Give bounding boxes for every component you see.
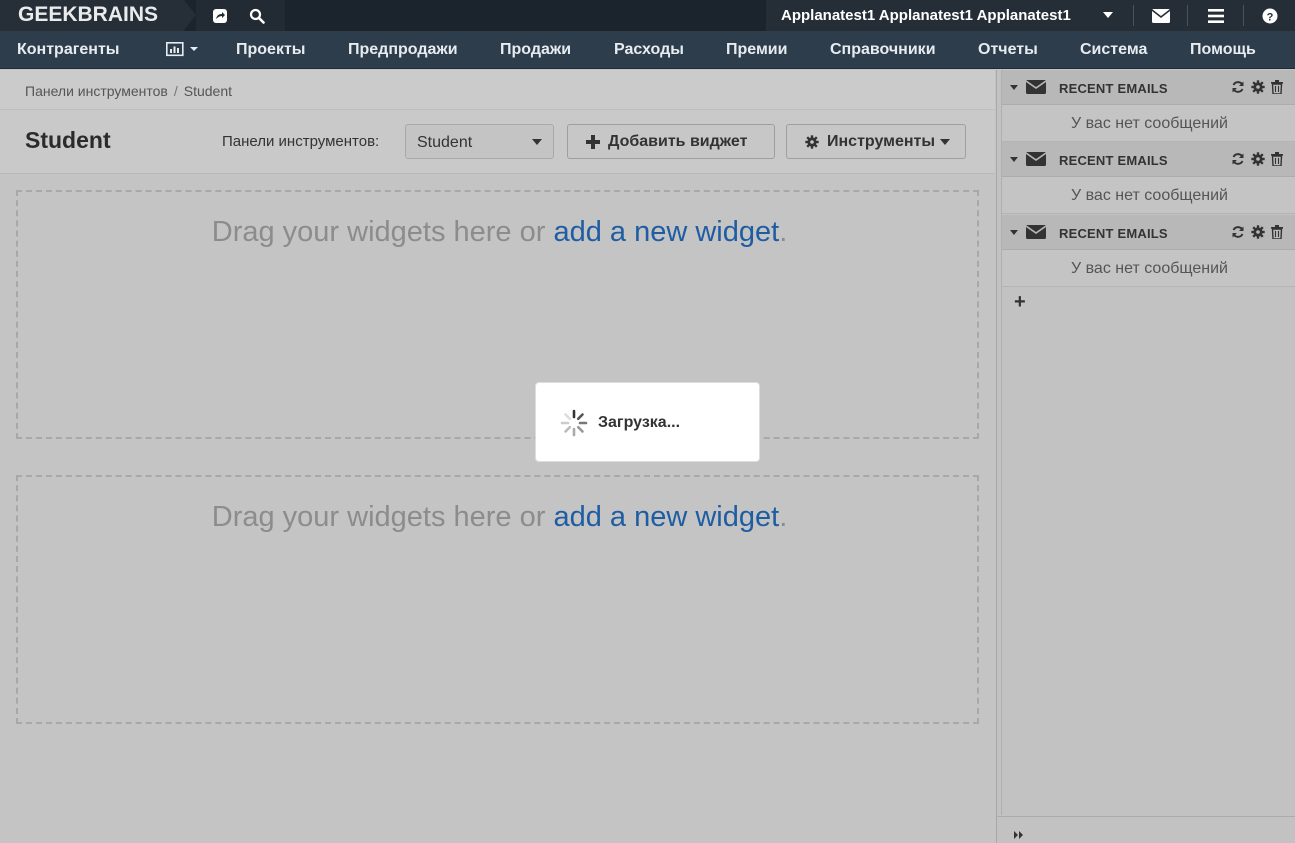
right-sidebar: RECENT EMAILS У вас нет сообщений RECENT… xyxy=(996,70,1295,843)
logo-arrow xyxy=(184,0,196,30)
widget-title: RECENT EMAILS xyxy=(1059,226,1168,241)
collapse-icon[interactable] xyxy=(1010,85,1018,90)
widget-body: У вас нет сообщений xyxy=(1002,250,1295,287)
search-icon[interactable] xyxy=(247,6,267,26)
envelope-icon[interactable] xyxy=(1151,6,1171,26)
dropzone-text: Drag your widgets here or xyxy=(211,216,554,248)
top-icons-block xyxy=(196,0,285,31)
sidebar-widgets: RECENT EMAILS У вас нет сообщений RECENT… xyxy=(1001,70,1295,815)
sidebar-footer xyxy=(997,816,1295,843)
double-chevron-right-icon[interactable] xyxy=(1014,826,1024,843)
dropzone-message: Drag your widgets here or add a new widg… xyxy=(18,216,981,249)
widget-body: У вас нет сообщений xyxy=(1002,177,1295,214)
svg-text:?: ? xyxy=(1267,11,1274,23)
dashboard-select[interactable]: Student xyxy=(405,124,554,159)
trash-icon[interactable] xyxy=(1271,225,1283,239)
nav-item-sales[interactable]: Продажи xyxy=(500,41,571,59)
refresh-icon[interactable] xyxy=(1231,152,1245,166)
add-widget-label: Добавить виджет xyxy=(608,132,748,150)
breadcrumb-separator: / xyxy=(173,83,178,99)
logo-block: GEEKBRAINS xyxy=(0,0,184,31)
trash-icon[interactable] xyxy=(1271,80,1283,94)
loading-dialog: Загрузка... xyxy=(535,382,760,462)
empty-message: У вас нет сообщений xyxy=(1071,187,1228,204)
gear-icon[interactable] xyxy=(1251,225,1265,239)
nav-item-presales[interactable]: Предпродажи xyxy=(348,41,458,59)
top-bar: GEEKBRAINS Applanatest1 Applanatest1 App… xyxy=(0,0,1295,31)
page-header: Student Панели инструментов: Student Доб… xyxy=(0,110,995,174)
nav-item-reports[interactable]: Отчеты xyxy=(978,41,1038,59)
widget-dropzone[interactable]: Drag your widgets here or add a new widg… xyxy=(16,475,979,724)
dropzone-text: Drag your widgets here or xyxy=(211,501,554,533)
chevron-down-icon xyxy=(940,138,951,145)
envelope-icon xyxy=(1025,80,1047,99)
help-icon[interactable]: ? xyxy=(1260,6,1280,26)
chevron-down-icon[interactable] xyxy=(1103,12,1113,18)
divider xyxy=(1243,5,1244,26)
collapse-icon[interactable] xyxy=(1010,157,1018,162)
empty-message: У вас нет сообщений xyxy=(1071,260,1228,277)
envelope-icon xyxy=(1025,225,1047,244)
dashboard-select-label: Панели инструментов: xyxy=(222,133,380,150)
widget-dropzone[interactable]: Drag your widgets here or add a new widg… xyxy=(16,190,979,439)
plus-icon xyxy=(586,134,600,149)
nav-item-projects[interactable]: Проекты xyxy=(236,41,305,59)
bar-chart-icon[interactable] xyxy=(166,41,200,62)
widget-header: RECENT EMAILS xyxy=(1002,70,1295,105)
user-block: Applanatest1 Applanatest1 Applanatest1 ? xyxy=(766,0,1295,31)
collapse-icon[interactable] xyxy=(1010,230,1018,235)
menu-icon[interactable] xyxy=(1206,6,1226,26)
dropzone-message: Drag your widgets here or add a new widg… xyxy=(18,501,981,534)
spinner-icon xyxy=(560,409,588,437)
user-menu[interactable]: Applanatest1 Applanatest1 Applanatest1 xyxy=(781,7,1071,24)
breadcrumb: Панели инструментов / Student xyxy=(25,83,232,99)
gear-icon xyxy=(805,134,819,149)
main-nav: Контрагенты Проекты Предпродажи Продажи … xyxy=(0,31,1295,69)
breadcrumb-current: Student xyxy=(183,83,232,99)
app-logo[interactable]: GEEKBRAINS xyxy=(18,3,158,27)
widget-header: RECENT EMAILS xyxy=(1002,142,1295,177)
dashboard-content: Панели инструментов / Student Student Пане… xyxy=(0,70,995,843)
dashboard-select-value: Student xyxy=(417,134,473,151)
widget-title: RECENT EMAILS xyxy=(1059,153,1168,168)
divider xyxy=(1133,5,1134,26)
gear-icon[interactable] xyxy=(1251,152,1265,166)
tools-button[interactable]: Инструменты xyxy=(786,124,966,159)
nav-item-system[interactable]: Система xyxy=(1080,41,1147,59)
dropzone-suffix: . xyxy=(779,216,788,248)
nav-item-references[interactable]: Справочники xyxy=(830,41,936,59)
widget-body: У вас нет сообщений xyxy=(1002,105,1295,142)
nav-item-help[interactable]: Помощь xyxy=(1190,41,1256,59)
empty-message: У вас нет сообщений xyxy=(1071,115,1228,132)
nav-item-expenses[interactable]: Расходы xyxy=(614,41,684,59)
nav-item-bonuses[interactable]: Премии xyxy=(726,41,787,59)
trash-icon[interactable] xyxy=(1271,152,1283,166)
add-widget-button[interactable]: Добавить виджет xyxy=(567,124,775,159)
add-new-widget-link[interactable]: add a new widget xyxy=(553,216,779,248)
widget-header: RECENT EMAILS xyxy=(1002,215,1295,250)
share-icon[interactable] xyxy=(210,6,230,26)
envelope-icon xyxy=(1025,152,1047,171)
tools-label: Инструменты xyxy=(827,132,936,150)
widget-title: RECENT EMAILS xyxy=(1059,81,1168,96)
add-new-widget-link[interactable]: add a new widget xyxy=(553,501,779,533)
page-title: Student xyxy=(25,127,111,153)
breadcrumb-area: Панели инструментов / Student xyxy=(0,70,995,110)
nav-item-contractors[interactable]: Контрагенты xyxy=(17,41,119,59)
divider xyxy=(1187,5,1188,26)
add-sidebar-widget-button[interactable]: + xyxy=(1014,292,1026,312)
breadcrumb-parent[interactable]: Панели инструментов xyxy=(25,83,168,99)
refresh-icon[interactable] xyxy=(1231,80,1245,94)
dropzone-suffix: . xyxy=(779,501,788,533)
loading-text: Загрузка... xyxy=(598,414,681,431)
gear-icon[interactable] xyxy=(1251,80,1265,94)
refresh-icon[interactable] xyxy=(1231,225,1245,239)
chevron-down-icon xyxy=(532,139,542,145)
